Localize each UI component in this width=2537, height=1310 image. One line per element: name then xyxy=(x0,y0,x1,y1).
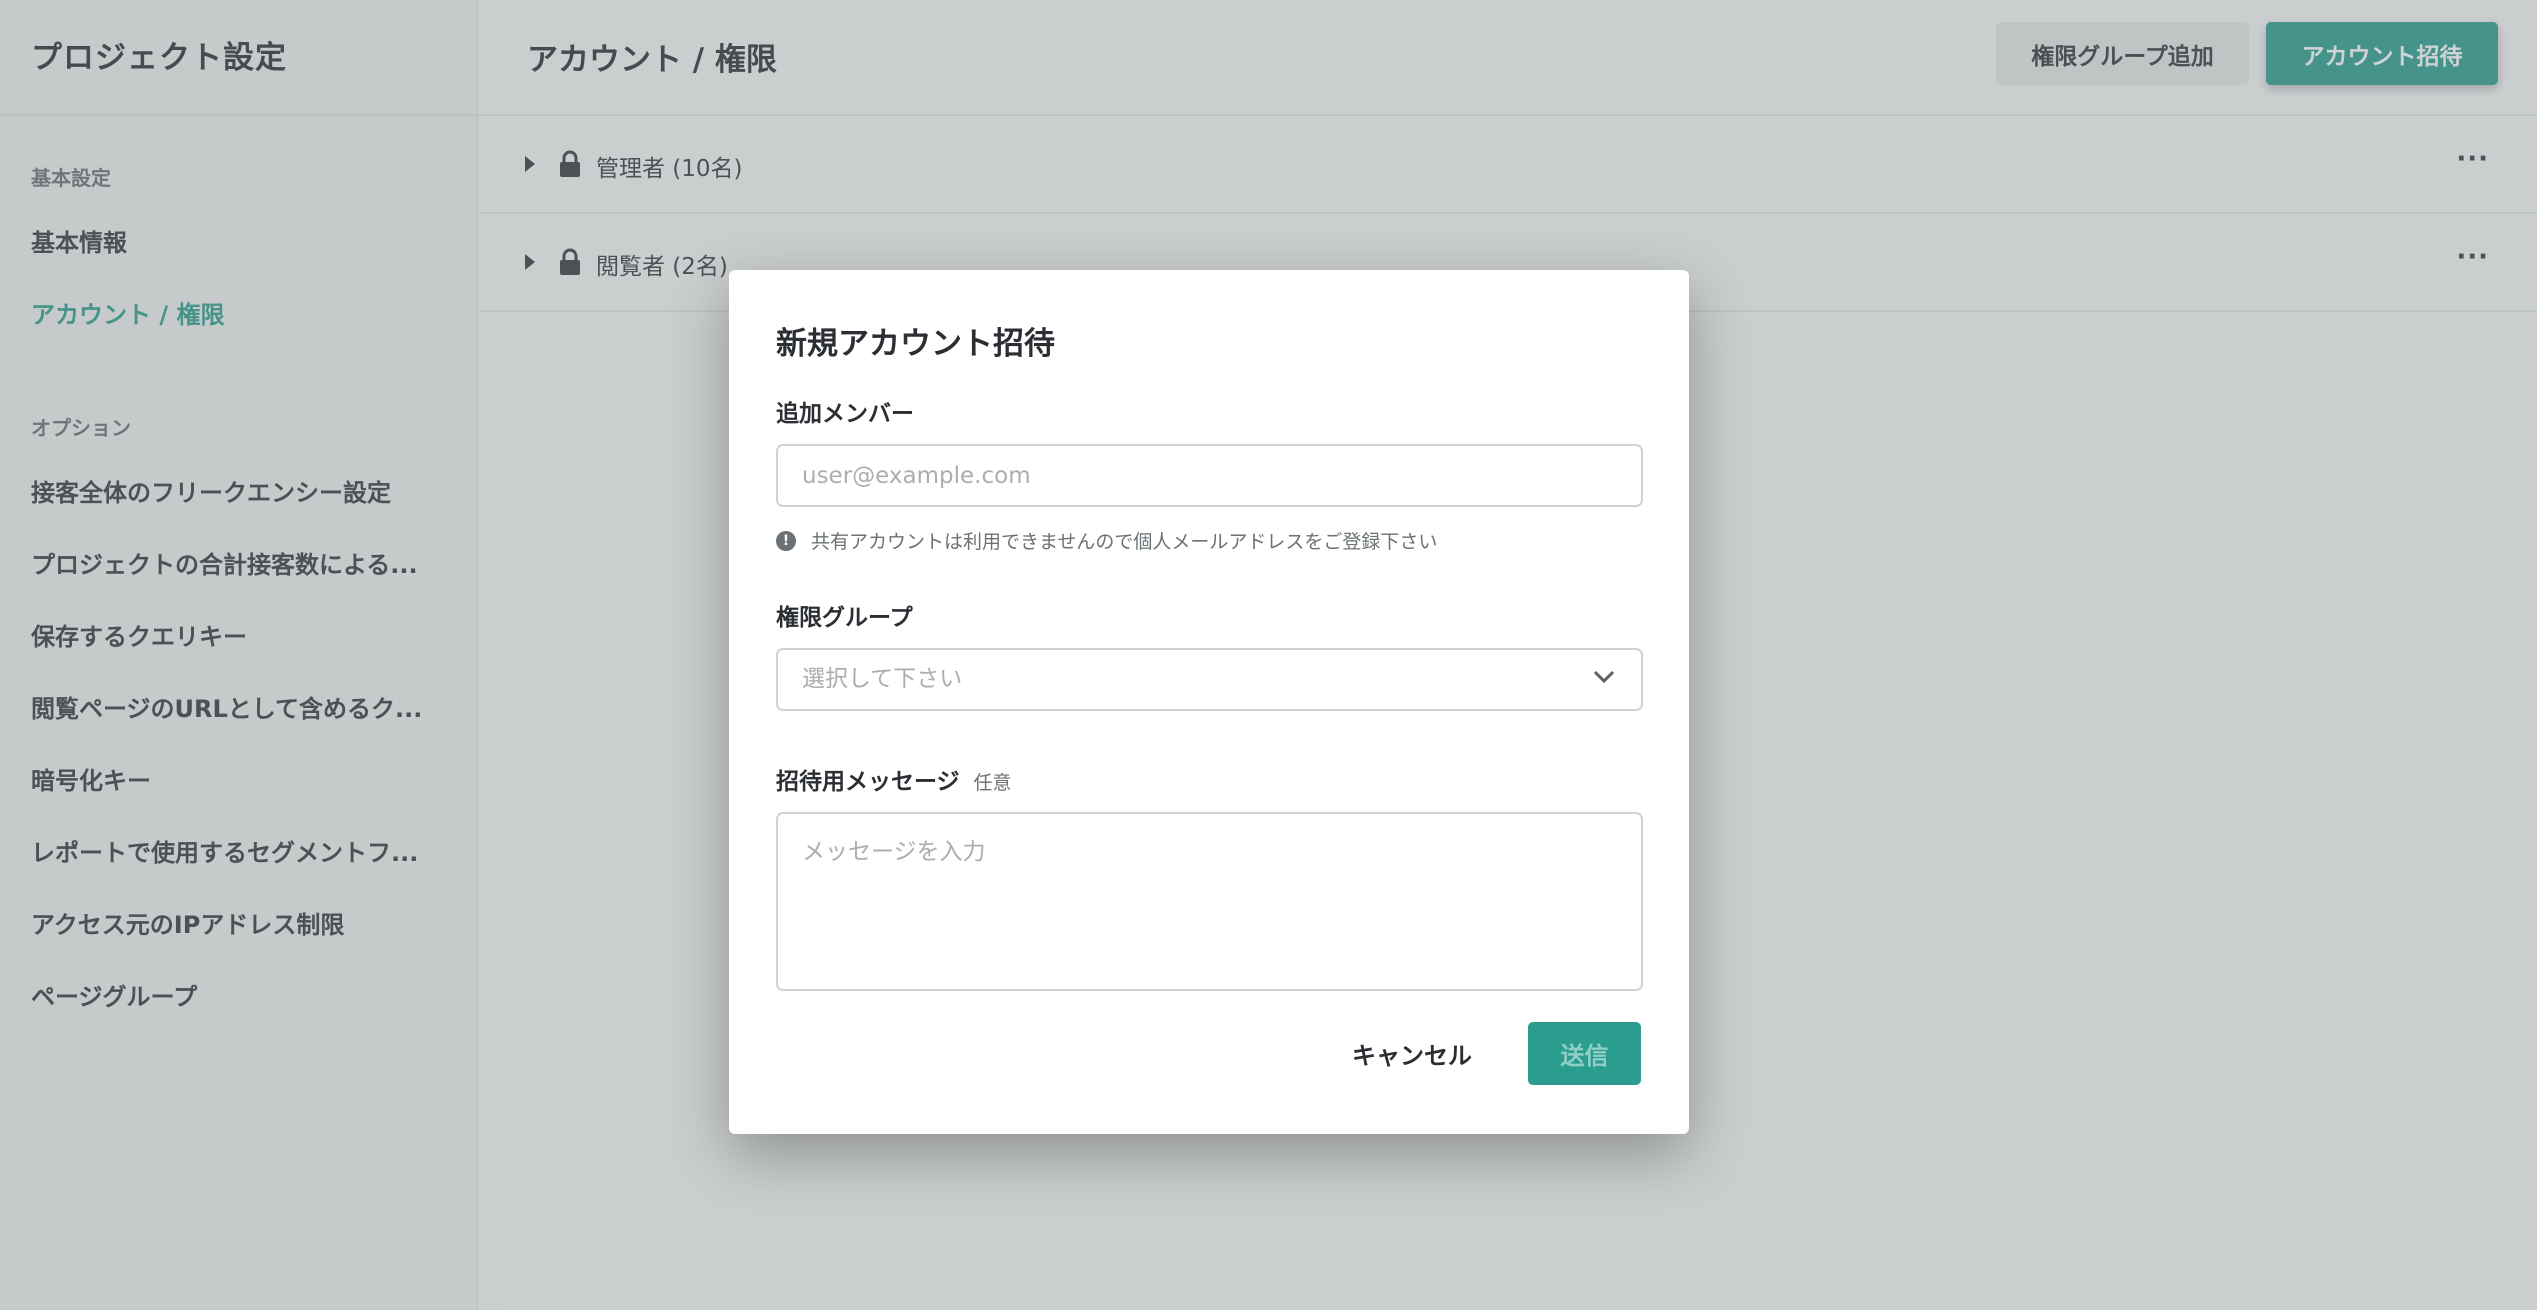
message-label-text: 招待用メッセージ xyxy=(776,769,960,795)
member-hint-text: 共有アカウントは利用できませんので個人メールアドレスをご登録下さい xyxy=(811,531,1438,553)
modal-title: 新規アカウント招待 xyxy=(776,326,1055,362)
cancel-button[interactable]: キャンセル xyxy=(1337,1022,1487,1085)
optional-tag: 任意 xyxy=(973,772,1012,794)
group-field-label: 権限グループ xyxy=(776,605,913,631)
send-button[interactable]: 送信 xyxy=(1528,1022,1641,1085)
select-placeholder: 選択して下さい xyxy=(802,666,963,692)
info-icon: ! xyxy=(776,530,796,551)
message-field-label: 招待用メッセージ 任意 xyxy=(776,762,1012,796)
member-field-label: 追加メンバー xyxy=(776,401,914,427)
invite-message-textarea[interactable] xyxy=(776,812,1643,991)
member-hint: ! 共有アカウントは利用できませんので個人メールアドレスをご登録下さい xyxy=(776,527,1437,554)
chevron-down-icon xyxy=(1593,670,1615,684)
member-email-input[interactable] xyxy=(776,444,1643,507)
invite-account-modal: 新規アカウント招待 追加メンバー ! 共有アカウントは利用できませんので個人メー… xyxy=(729,270,1689,1134)
permission-group-select[interactable]: 選択して下さい xyxy=(776,648,1643,711)
